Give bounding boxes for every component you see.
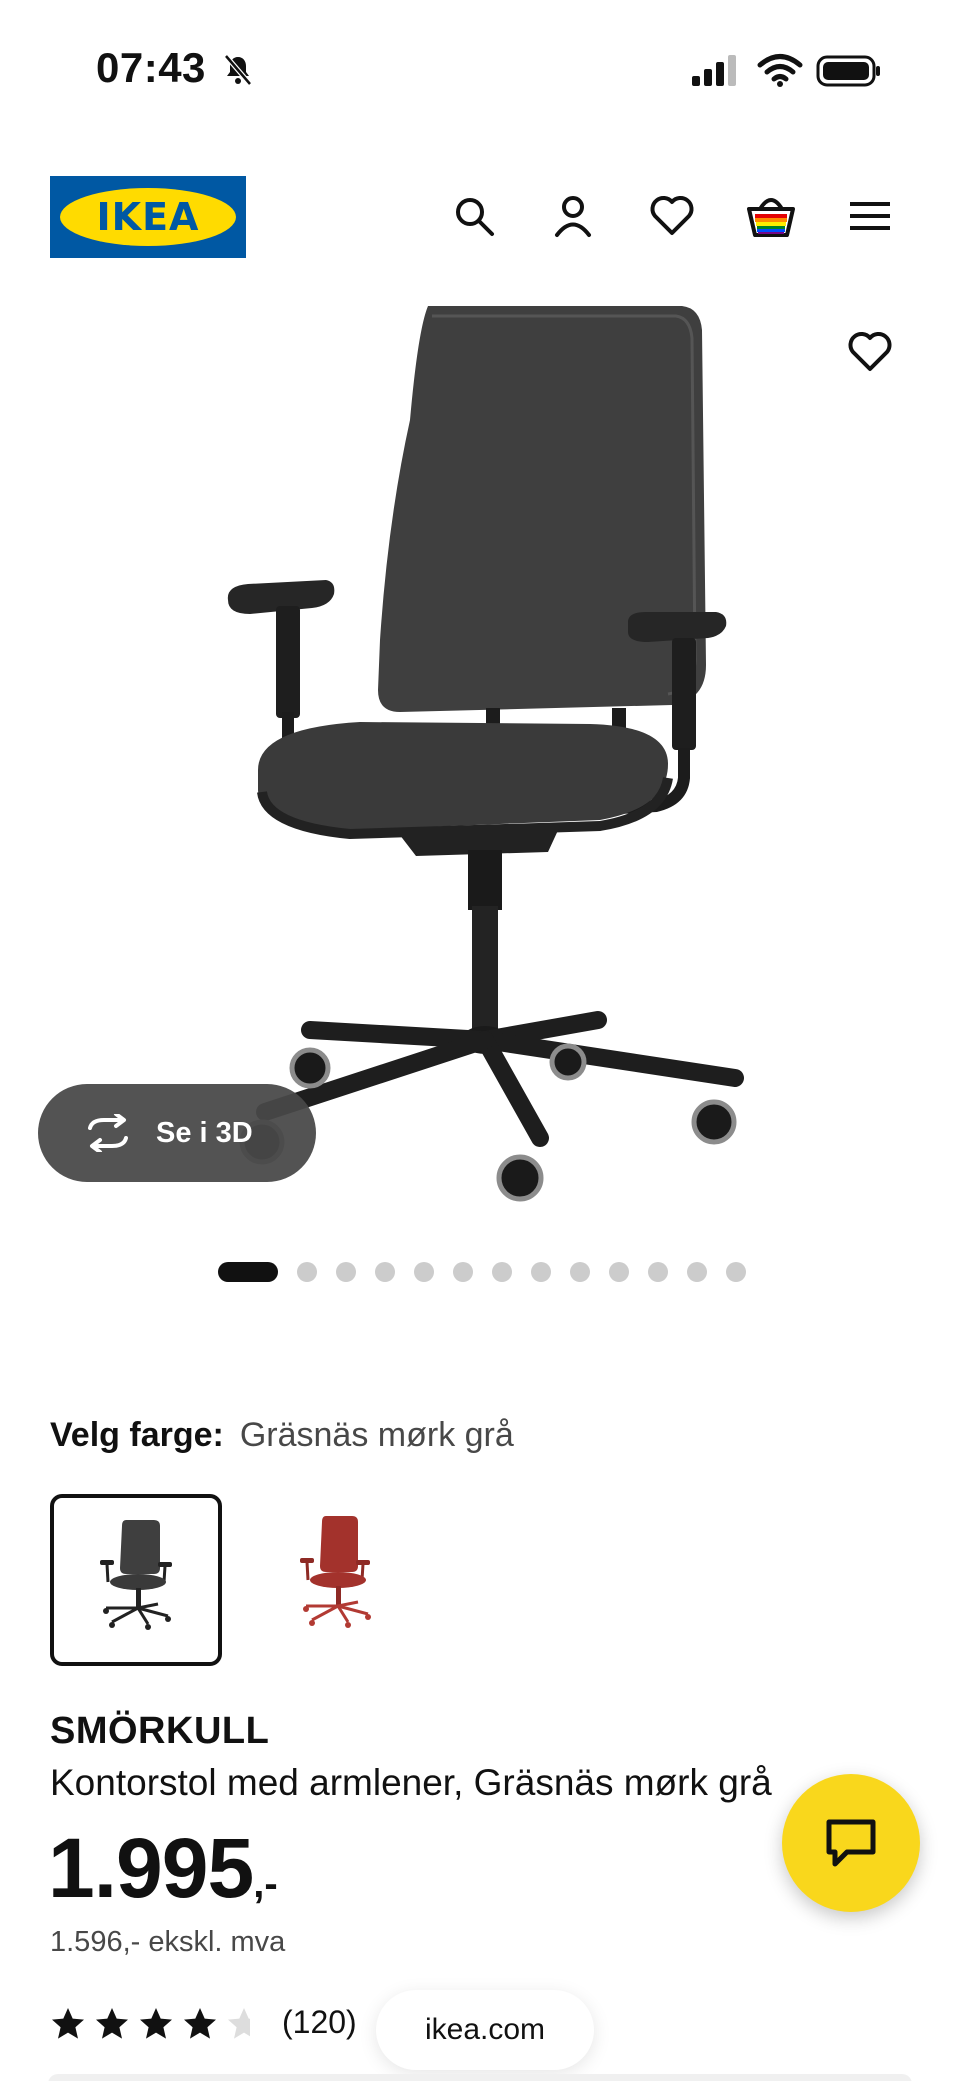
pagination-dot[interactable] xyxy=(609,1262,629,1282)
logo-text: IKEA xyxy=(96,195,200,239)
bell-slash-icon xyxy=(224,54,252,86)
view-3d-button[interactable]: Se i 3D xyxy=(38,1084,316,1182)
price-suffix: ,- xyxy=(253,1862,278,1906)
pagination-dot[interactable] xyxy=(375,1262,395,1282)
product-price: 1.995,- xyxy=(48,1820,278,1917)
pagination-dot[interactable] xyxy=(570,1262,590,1282)
price-ex-vat: 1.596,- ekskl. mva xyxy=(50,1926,286,1958)
price-main: 1.995 xyxy=(48,1821,254,1915)
chat-icon xyxy=(826,1819,876,1867)
star-icon xyxy=(140,2008,172,2039)
pagination-dot[interactable] xyxy=(531,1262,551,1282)
menu-icon[interactable] xyxy=(842,188,898,244)
ikea-logo[interactable]: IKEA xyxy=(50,176,246,258)
colour-swatch-red[interactable] xyxy=(250,1494,422,1666)
star-icon xyxy=(52,2008,84,2039)
rotate-3d-icon xyxy=(88,1114,128,1152)
colour-label: Velg farge: xyxy=(50,1416,224,1454)
pagination-dot[interactable] xyxy=(648,1262,668,1282)
pagination-dot[interactable] xyxy=(218,1262,278,1282)
star-icon xyxy=(184,2008,216,2039)
status-time: 07:43 xyxy=(96,44,206,91)
pagination-dot[interactable] xyxy=(414,1262,434,1282)
star-icon xyxy=(96,2008,128,2039)
heart-icon[interactable] xyxy=(644,188,700,244)
save-favourite-icon[interactable] xyxy=(840,322,900,382)
colour-value: Gräsnäs mørk grå xyxy=(239,1416,514,1454)
search-icon[interactable] xyxy=(446,188,502,244)
pagination-dot[interactable] xyxy=(297,1262,317,1282)
colour-selector-label: Velg farge: Gräsnäs mørk grå xyxy=(50,1416,514,1455)
star-icon xyxy=(228,2008,250,2039)
browser-url-bar[interactable]: ikea.com xyxy=(376,1990,594,2070)
colour-swatch-dark-grey[interactable] xyxy=(50,1494,222,1666)
battery-icon xyxy=(816,55,880,87)
basket-icon[interactable] xyxy=(743,188,799,244)
pagination-dot[interactable] xyxy=(453,1262,473,1282)
status-bar: 07:43 xyxy=(0,0,960,130)
account-icon[interactable] xyxy=(545,188,601,244)
image-pagination xyxy=(0,1262,960,1282)
site-header: IKEA xyxy=(0,160,960,270)
chat-button[interactable] xyxy=(782,1774,920,1912)
product-name: SMÖRKULL xyxy=(50,1710,270,1752)
pagination-dot[interactable] xyxy=(336,1262,356,1282)
wifi-icon xyxy=(757,54,803,87)
pagination-dot[interactable] xyxy=(492,1262,512,1282)
pagination-dot[interactable] xyxy=(726,1262,746,1282)
signal-icon xyxy=(692,55,736,86)
product-description: Kontorstol med armlener, Gräsnäs mørk gr… xyxy=(50,1762,772,1803)
review-count[interactable]: (120) xyxy=(282,2004,357,2041)
pagination-dot[interactable] xyxy=(687,1262,707,1282)
bottom-sheet-edge xyxy=(48,2074,912,2081)
rating-stars[interactable] xyxy=(50,2006,250,2042)
view-3d-label: Se i 3D xyxy=(156,1116,253,1149)
url-text: ikea.com xyxy=(424,2013,546,2046)
